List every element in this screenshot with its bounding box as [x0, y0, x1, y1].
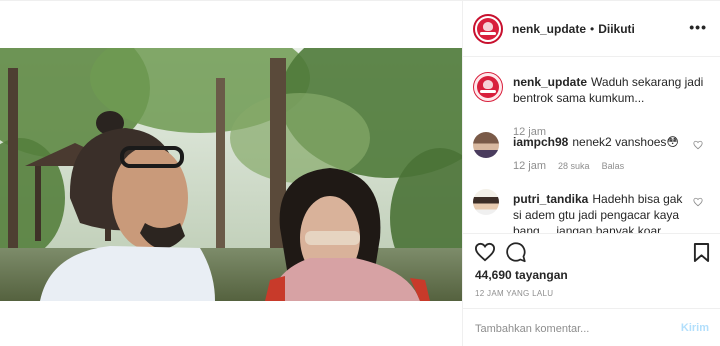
- author-logo-icon: [477, 17, 499, 40]
- like-heart-icon[interactable]: [474, 242, 496, 262]
- comment-bubble-icon[interactable]: [505, 242, 527, 263]
- post-actions: 44,690 tayangan 12 JAM YANG LALU Kirim: [463, 233, 720, 346]
- video-frame: [0, 48, 462, 301]
- author-username[interactable]: nenk_update: [512, 22, 586, 36]
- comment-like-heart-icon[interactable]: [693, 197, 703, 207]
- caption-avatar[interactable]: [473, 72, 503, 102]
- add-comment-bar: Kirim: [463, 308, 720, 346]
- commenter-username[interactable]: putri_tandika: [513, 192, 588, 206]
- author-logo-icon: [477, 76, 499, 98]
- comment-likes[interactable]: 28 suka: [558, 161, 590, 171]
- bookmark-icon[interactable]: [693, 242, 710, 263]
- comment-time[interactable]: 12 jam: [513, 160, 546, 172]
- caption-username[interactable]: nenk_update: [513, 75, 587, 89]
- send-comment-button[interactable]: Kirim: [681, 322, 709, 334]
- post-sidebar: nenk_update • Diikuti ••• nenk_update Wad…: [462, 1, 720, 346]
- instagram-post: nenk_update • Diikuti ••• nenk_update Wad…: [0, 0, 720, 346]
- comment-reply-button[interactable]: Balas: [602, 161, 625, 171]
- author-avatar[interactable]: [473, 13, 503, 44]
- follow-status-button[interactable]: Diikuti: [598, 22, 635, 36]
- more-options-icon[interactable]: •••: [689, 19, 707, 35]
- comment-like-heart-icon[interactable]: [693, 140, 703, 150]
- header-separator: •: [590, 21, 595, 36]
- comment-text: iampch98 nenek2 vanshoes😳: [513, 134, 683, 150]
- post-timestamp[interactable]: 12 JAM YANG LALU: [475, 289, 553, 298]
- post-video[interactable]: [0, 48, 462, 301]
- page: nenk_update • Diikuti ••• nenk_update Wad…: [0, 0, 720, 346]
- comment-input[interactable]: [475, 319, 665, 339]
- comment-body: nenek2 vanshoes😳: [572, 135, 679, 149]
- comment-text: putri_tandika Hadehh bisa gak si adem gtu…: [513, 191, 685, 233]
- commenter-avatar[interactable]: [473, 189, 499, 215]
- view-count[interactable]: 44,690 tayangan: [475, 268, 568, 282]
- commenter-avatar[interactable]: [473, 132, 499, 158]
- comment-meta: 12 jam 28 suka Balas: [513, 160, 636, 172]
- caption-text: nenk_update Waduh sekarang jadi bentrok s…: [513, 74, 709, 106]
- post-header: nenk_update • Diikuti •••: [463, 1, 720, 57]
- comments-list[interactable]: nenk_update Waduh sekarang jadi bentrok s…: [463, 58, 720, 233]
- commenter-username[interactable]: iampch98: [513, 135, 568, 149]
